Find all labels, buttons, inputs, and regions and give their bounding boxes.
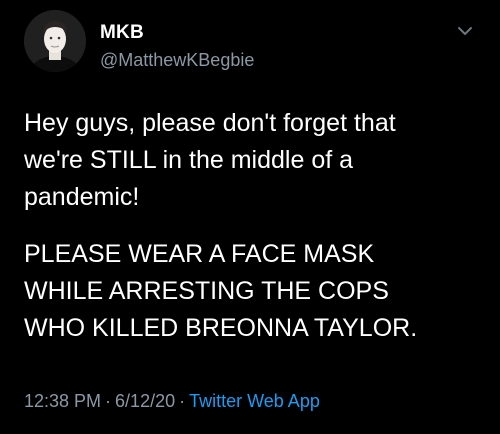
tweet-paragraph-1: Hey guys, please don't forget that we're… [24, 105, 484, 216]
tweet-source-link[interactable]: Twitter Web App [189, 391, 320, 411]
separator-dot: · [105, 391, 112, 411]
author-display-name[interactable]: MKB [100, 22, 144, 44]
tweet-line: we're STILL in the middle of a [24, 146, 354, 174]
tweet-time[interactable]: 12:38 PM [24, 391, 101, 411]
tweet-metadata: 12:38 PM · 6/12/20 · Twitter Web App [24, 391, 320, 412]
avatar[interactable] [24, 10, 86, 72]
tweet-line: WHO KILLED BREONNA TAYLOR. [24, 314, 418, 342]
tweet-line: PLEASE WEAR A FACE MASK [24, 240, 375, 268]
avatar-photo-icon [24, 10, 86, 72]
tweet-line: Hey guys, please don't forget that [24, 109, 396, 137]
separator-dot: · [179, 391, 186, 411]
tweet-date[interactable]: 6/12/20 [115, 391, 175, 411]
tweet-line: pandemic! [24, 183, 140, 211]
tweet-line: WHILE ARRESTING THE COPS [24, 277, 389, 305]
tweet-card: MKB @MatthewKBegbie Hey guys, please don… [0, 0, 500, 434]
chevron-down-icon[interactable] [456, 24, 474, 36]
tweet-paragraph-2: PLEASE WEAR A FACE MASK WHILE ARRESTING … [24, 236, 484, 347]
author-handle[interactable]: @MatthewKBegbie [100, 50, 254, 71]
